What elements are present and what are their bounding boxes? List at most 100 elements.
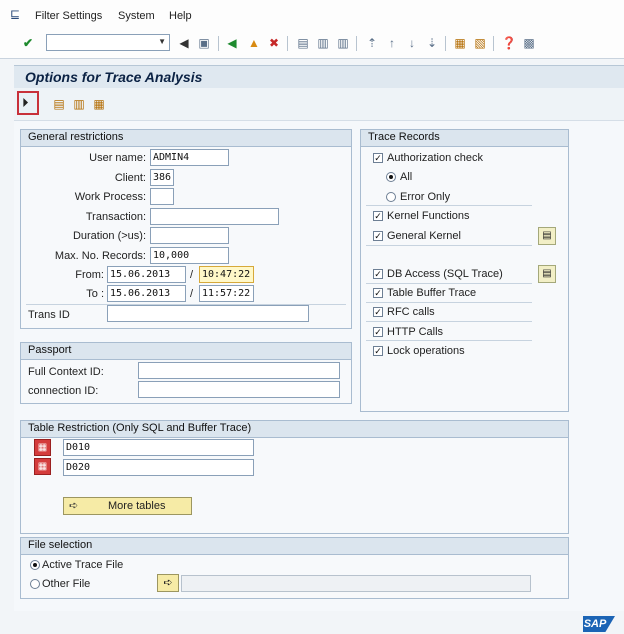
shortcut-icon[interactable]: ▧: [472, 35, 488, 51]
execute-button[interactable]: ⏵: [17, 91, 39, 115]
group-header: Passport: [21, 343, 351, 360]
new-session-icon[interactable]: ▦: [452, 35, 468, 51]
from-time-input[interactable]: 10:47:22: [199, 266, 254, 283]
connection-id-label: connection ID:: [28, 385, 99, 397]
trans-id-label: Trans ID: [28, 309, 70, 321]
standard-toolbar: ✔ ▼ ◀ ▣ ◀ ▲ ✖ ▤ ▥ ▥ ⇡ ↑ ↓ ⇣ ▦ ▧ ❓ ▩: [0, 30, 624, 59]
divider: [366, 283, 532, 284]
rfc-calls-checkbox[interactable]: ✓: [373, 307, 383, 317]
filter-icon[interactable]: ▦: [92, 97, 106, 111]
authorization-check-label: Authorization check: [387, 152, 483, 164]
toolbar-separator: [493, 36, 494, 51]
get-variant-icon[interactable]: ▤: [52, 97, 66, 111]
error-only-radio[interactable]: [386, 192, 396, 202]
to-time-input[interactable]: 11:57:22: [199, 285, 254, 302]
connection-id-input[interactable]: [138, 381, 340, 398]
first-page-icon[interactable]: ⇡: [364, 35, 380, 51]
user-name-input[interactable]: ADMIN4: [150, 149, 229, 166]
client-input[interactable]: 386: [150, 169, 174, 186]
general-kernel-details-icon[interactable]: ▤: [538, 227, 556, 245]
save-variant-icon[interactable]: ▥: [72, 97, 86, 111]
all-label: All: [400, 171, 413, 183]
menu-help[interactable]: Help: [169, 10, 192, 22]
divider: [366, 245, 532, 246]
db-access-checkbox[interactable]: ✓: [373, 269, 383, 279]
sap-logo-text: SAP: [583, 618, 607, 630]
table-name-input[interactable]: D010: [63, 439, 254, 456]
exit-icon[interactable]: ▲: [246, 35, 262, 51]
last-page-icon[interactable]: ⇣: [424, 35, 440, 51]
group-header: Table Restriction (Only SQL and Buffer T…: [21, 421, 568, 438]
active-trace-file-radio[interactable]: [30, 560, 40, 570]
from-date-input[interactable]: 15.06.2013: [107, 266, 186, 283]
save-icon[interactable]: ▣: [196, 35, 212, 51]
chevron-down-icon[interactable]: ▼: [158, 37, 166, 46]
full-context-id-label: Full Context ID:: [28, 366, 104, 378]
db-access-details-icon[interactable]: ▤: [538, 265, 556, 283]
back-arrow-icon[interactable]: ◀: [176, 35, 192, 51]
kernel-functions-label: Kernel Functions: [387, 210, 470, 222]
browse-file-icon[interactable]: ➪: [157, 574, 179, 592]
from-label: From:: [75, 269, 104, 281]
table-name-input[interactable]: D020: [63, 459, 254, 476]
menu-filter-settings[interactable]: Filter Settings: [35, 10, 102, 22]
arrow-right-icon: ➪: [69, 500, 79, 512]
layout-menu-icon[interactable]: ▩: [521, 35, 537, 51]
application-toolbar: ⏵ ▤ ▥ ▦: [14, 88, 624, 121]
group-header: Trace Records: [361, 130, 568, 147]
client-label: Client:: [114, 172, 146, 184]
other-file-radio[interactable]: [30, 579, 40, 589]
http-calls-checkbox[interactable]: ✓: [373, 327, 383, 337]
help-icon[interactable]: ❓: [501, 35, 517, 51]
find-next-icon[interactable]: ▥: [335, 35, 351, 51]
all-radio[interactable]: [386, 172, 396, 182]
table-buffer-trace-checkbox[interactable]: ✓: [373, 288, 383, 298]
toolbar-separator: [287, 36, 288, 51]
work-process-label: Work Process:: [74, 191, 146, 203]
max-records-label: Max. No. Records:: [54, 250, 146, 262]
cancel-icon[interactable]: ✖: [266, 35, 282, 51]
general-kernel-label: General Kernel: [387, 230, 461, 242]
file-path-input: [181, 575, 531, 592]
general-kernel-checkbox[interactable]: ✓: [373, 231, 383, 241]
kernel-functions-checkbox[interactable]: ✓: [373, 211, 383, 221]
max-records-input[interactable]: 10,000: [150, 247, 229, 264]
transaction-label: Transaction:: [85, 211, 146, 223]
command-field[interactable]: ▼: [46, 34, 170, 51]
menu-system[interactable]: System: [118, 10, 155, 22]
previous-page-icon[interactable]: ↑: [384, 35, 400, 51]
screen-title-bar: Options for Trace Analysis: [14, 65, 624, 88]
lock-operations-label: Lock operations: [387, 345, 465, 357]
rfc-calls-label: RFC calls: [387, 306, 435, 318]
main-area: General restrictions User name: ADMIN4 C…: [14, 121, 624, 611]
delete-row-icon[interactable]: ▦: [34, 439, 51, 456]
enter-check-icon[interactable]: ✔: [20, 35, 36, 51]
transaction-input[interactable]: [150, 208, 279, 225]
find-icon[interactable]: ▥: [315, 35, 331, 51]
lock-operations-checkbox[interactable]: ✓: [373, 346, 383, 356]
divider: [366, 340, 532, 341]
print-icon[interactable]: ▤: [295, 35, 311, 51]
trans-id-input[interactable]: [107, 305, 309, 322]
duration-input[interactable]: [150, 227, 229, 244]
more-tables-label: More tables: [108, 500, 166, 512]
sap-logo: SAP: [583, 616, 615, 632]
menu-bar: ⊑ Filter Settings System Help: [0, 0, 624, 31]
authorization-check-checkbox[interactable]: ✓: [373, 153, 383, 163]
active-trace-file-label: Active Trace File: [42, 559, 124, 571]
delete-row-icon[interactable]: ▦: [34, 458, 51, 475]
table-restriction-group: Table Restriction (Only SQL and Buffer T…: [20, 420, 569, 534]
more-tables-button[interactable]: ➪ More tables: [63, 497, 192, 515]
full-context-id-input[interactable]: [138, 362, 340, 379]
execute-icon: ⏵: [22, 95, 29, 110]
user-name-label: User name:: [89, 152, 146, 164]
work-process-input[interactable]: [150, 188, 174, 205]
from-separator: /: [190, 269, 194, 281]
next-page-icon[interactable]: ↓: [404, 35, 420, 51]
back-icon[interactable]: ◀: [224, 35, 240, 51]
group-header: File selection: [21, 538, 568, 555]
db-access-label: DB Access (SQL Trace): [387, 268, 503, 280]
system-menu-icon[interactable]: ⊑: [10, 8, 24, 20]
toolbar-separator: [356, 36, 357, 51]
to-date-input[interactable]: 15.06.2013: [107, 285, 186, 302]
